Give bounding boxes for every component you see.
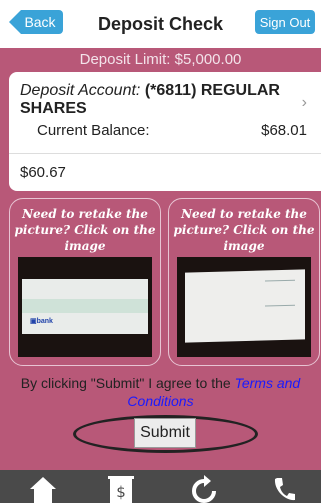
amount-field[interactable]: $60.67 bbox=[9, 153, 321, 191]
endorsement-signature bbox=[265, 279, 295, 307]
deposit-account-line: Deposit Account: (*6811) REGULAR SHARES bbox=[20, 82, 290, 118]
home-icon[interactable] bbox=[27, 475, 59, 503]
check-front-image[interactable]: ▣bank bbox=[18, 257, 152, 357]
current-balance-label: Current Balance: bbox=[37, 122, 150, 139]
phone-icon[interactable] bbox=[268, 475, 300, 503]
check-back-image[interactable] bbox=[177, 257, 311, 357]
check-front-paper: ▣bank bbox=[22, 279, 148, 334]
agreement-text: By clicking "Submit" I agree to the Term… bbox=[10, 374, 311, 410]
refresh-icon[interactable] bbox=[188, 475, 220, 503]
chevron-right-icon: › bbox=[301, 94, 307, 111]
retake-front-text: Need to retake the picture? Click on the… bbox=[14, 207, 156, 253]
check-back-card[interactable]: Need to retake the picture? Click on the… bbox=[168, 198, 320, 366]
check-front-card[interactable]: Need to retake the picture? Click on the… bbox=[9, 198, 161, 366]
app-header: Back Deposit Check Sign Out bbox=[0, 0, 321, 48]
agreement-prefix: By clicking "Submit" I agree to the bbox=[20, 375, 231, 391]
amount-value: $60.67 bbox=[20, 164, 66, 181]
submit-button[interactable]: Submit bbox=[134, 418, 196, 448]
deposit-account-label: Deposit Account: bbox=[20, 82, 141, 99]
deposit-icon[interactable]: $ bbox=[105, 475, 137, 503]
current-balance-value: $68.01 bbox=[261, 122, 307, 139]
svg-text:$: $ bbox=[116, 483, 126, 501]
check-band bbox=[22, 299, 148, 313]
retake-back-text: Need to retake the picture? Click on the… bbox=[173, 207, 315, 253]
bank-logo-mark: ▣bank bbox=[30, 318, 53, 325]
check-back-paper bbox=[185, 269, 305, 343]
deposit-limit-text: Deposit Limit: $5,000.00 bbox=[79, 51, 242, 68]
sign-out-button[interactable]: Sign Out bbox=[255, 10, 315, 34]
bottom-nav: $ bbox=[0, 470, 321, 503]
account-selector[interactable]: Deposit Account: (*6811) REGULAR SHARES … bbox=[9, 72, 321, 153]
